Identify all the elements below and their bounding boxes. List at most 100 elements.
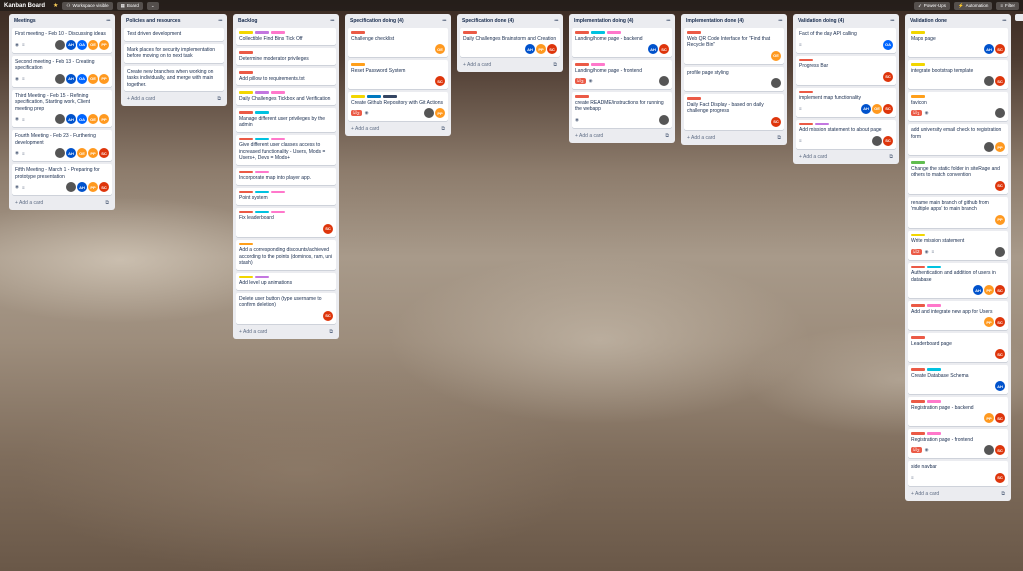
template-icon[interactable]: ⧉ [217, 96, 221, 102]
list-title[interactable]: Policies and resources [126, 18, 180, 24]
list-title[interactable]: Specification doing (4) [350, 18, 404, 24]
avatar-sc[interactable]: SC [323, 223, 333, 234]
avatar-photo[interactable] [55, 39, 65, 50]
avatar-pp[interactable]: PP [88, 182, 98, 192]
add-card-button[interactable]: + Add a card ⧉ [908, 489, 1008, 499]
card[interactable]: Manage different user privileges by the … [236, 108, 336, 132]
filter-button[interactable]: ≡ Filter [996, 1, 1019, 10]
avatar-pp[interactable]: PP [99, 39, 109, 50]
avatar-photo[interactable] [984, 445, 994, 455]
avatar-sc[interactable]: SC [771, 116, 781, 127]
more-icon[interactable]: ••• [666, 18, 670, 24]
avatar-sc[interactable]: SC [547, 44, 557, 54]
card[interactable]: Daily Fact Display - based on daily chal… [684, 94, 784, 130]
avatar-sc[interactable]: SC [995, 317, 1005, 327]
card[interactable]: rename main branch of github from 'multi… [908, 196, 1008, 228]
card[interactable]: add university email check to registrati… [908, 124, 1008, 155]
more-icon[interactable]: ••• [442, 18, 446, 24]
template-icon[interactable]: ⧉ [105, 200, 109, 206]
avatar-pp[interactable]: PP [99, 73, 109, 84]
card[interactable]: side navbar ≡ SC [908, 461, 1008, 486]
avatar-ah[interactable]: AH [984, 44, 994, 54]
card[interactable]: Fix leaderboard SC [236, 207, 336, 237]
avatar-sc[interactable]: SC [995, 44, 1005, 54]
avatar-sc[interactable]: SC [659, 44, 669, 54]
avatar-sc[interactable]: SC [99, 148, 109, 158]
more-icon[interactable]: ••• [330, 18, 334, 24]
automation-button[interactable]: ⚡ Automation [953, 1, 993, 10]
card[interactable]: Create new branches when working on task… [124, 65, 224, 91]
more-icon[interactable]: ••• [1002, 18, 1006, 24]
avatar-oa[interactable]: OA [883, 39, 893, 50]
avatar-sc[interactable]: SC [995, 349, 1005, 359]
card[interactable]: Challenge checklist OE [348, 28, 448, 57]
card[interactable]: Change the static folder in siteRage and… [908, 158, 1008, 194]
avatar-pp[interactable]: PP [995, 214, 1005, 225]
board-view-button[interactable]: ▦ Board [116, 1, 143, 10]
avatar-photo[interactable] [659, 76, 669, 86]
avatar-sc[interactable]: SC [435, 76, 445, 86]
add-card-button[interactable]: + Add a card ⧉ [460, 60, 560, 70]
list-title[interactable]: Meetings [14, 18, 36, 24]
avatar-pp[interactable]: PP [536, 44, 546, 54]
card[interactable]: implement map functionality ≡ AH OE SC [796, 87, 896, 117]
card[interactable]: Fifth Meeting - March 1 - Preparing for … [12, 164, 112, 195]
template-icon[interactable]: ⧉ [441, 126, 445, 132]
avatar-oe[interactable]: OE [872, 103, 882, 114]
card[interactable]: Incorporate map into player app. [236, 167, 336, 185]
avatar-photo[interactable] [55, 114, 65, 124]
avatar-sc[interactable]: SC [995, 76, 1005, 86]
avatar-ah[interactable]: AH [648, 44, 658, 54]
avatar-ah[interactable]: AH [973, 285, 983, 295]
add-card-button[interactable]: + Add a card ⧉ [684, 133, 784, 143]
avatar-photo[interactable] [771, 78, 781, 88]
card[interactable]: Write mission statement ☑ 2 ◉ ≡ [908, 230, 1008, 260]
workspace-visible-button[interactable]: ⚇ Workspace visible [62, 1, 113, 10]
template-icon[interactable]: ⧉ [329, 329, 333, 335]
avatar-pp[interactable]: PP [88, 148, 98, 158]
card[interactable]: Mark places for security implementation … [124, 43, 224, 63]
list-title[interactable]: Backlog [238, 18, 257, 24]
add-card-button[interactable]: + Add a card ⧉ [236, 327, 336, 337]
template-icon[interactable]: ⧉ [553, 62, 557, 68]
card[interactable]: Add pillow to requirements.txt [236, 68, 336, 85]
template-icon[interactable]: ⧉ [665, 133, 669, 139]
star-icon[interactable]: ★ [53, 2, 58, 9]
list-title[interactable]: Implementation done (4) [686, 18, 744, 24]
card[interactable]: Web QR Code Interface for "Find that Rec… [684, 28, 784, 64]
avatar-photo[interactable] [984, 76, 994, 86]
avatar-sc[interactable]: SC [995, 413, 1005, 423]
card[interactable]: Add level up animations [236, 272, 336, 290]
card[interactable]: Create Database Schema AH [908, 365, 1008, 394]
avatar-ah[interactable]: AH [861, 103, 871, 114]
card[interactable]: Determine moderator privileges [236, 48, 336, 65]
avatar-ah[interactable]: AH [66, 148, 76, 158]
add-card-button[interactable]: + Add a card ⧉ [796, 152, 896, 162]
add-card-button[interactable]: + Add a card ⧉ [124, 94, 224, 104]
card[interactable]: Add a corresponding discounts/achieved a… [236, 239, 336, 270]
avatar-sc[interactable]: SC [323, 310, 333, 321]
add-card-button[interactable]: + Add a card ⧉ [572, 131, 672, 141]
card[interactable]: create README/instructions for running t… [572, 92, 672, 128]
card[interactable]: Daily Challenges Tickbox and Verificatio… [236, 88, 336, 105]
card[interactable]: Create Github Repository with Git Action… [348, 92, 448, 121]
avatar-photo[interactable] [424, 108, 434, 118]
avatar-ah[interactable]: AH [66, 73, 76, 84]
avatar-oa[interactable]: OA [77, 114, 87, 124]
avatar-photo[interactable] [55, 73, 65, 84]
avatar-sc[interactable]: SC [995, 445, 1005, 455]
list-title[interactable]: Validation doing (4) [798, 18, 844, 24]
avatar-oa[interactable]: OA [77, 39, 87, 50]
avatar-sc[interactable]: SC [883, 103, 893, 114]
card[interactable]: Give different user classes access to in… [236, 134, 336, 165]
avatar-oe[interactable]: OE [88, 39, 98, 50]
add-card-button[interactable]: + Add a card ⧉ [348, 124, 448, 134]
avatar-photo[interactable] [995, 246, 1005, 257]
card[interactable]: Third Meeting - Feb 15 - Refining specif… [12, 89, 112, 127]
avatar-sc[interactable]: SC [995, 285, 1005, 295]
card[interactable]: Fact of the day API calling ≡ OA [796, 28, 896, 53]
more-icon[interactable]: ••• [890, 18, 894, 24]
avatar-pp[interactable]: PP [984, 285, 994, 295]
avatar-oe[interactable]: OE [88, 73, 98, 84]
avatar-pp[interactable]: PP [99, 114, 109, 124]
